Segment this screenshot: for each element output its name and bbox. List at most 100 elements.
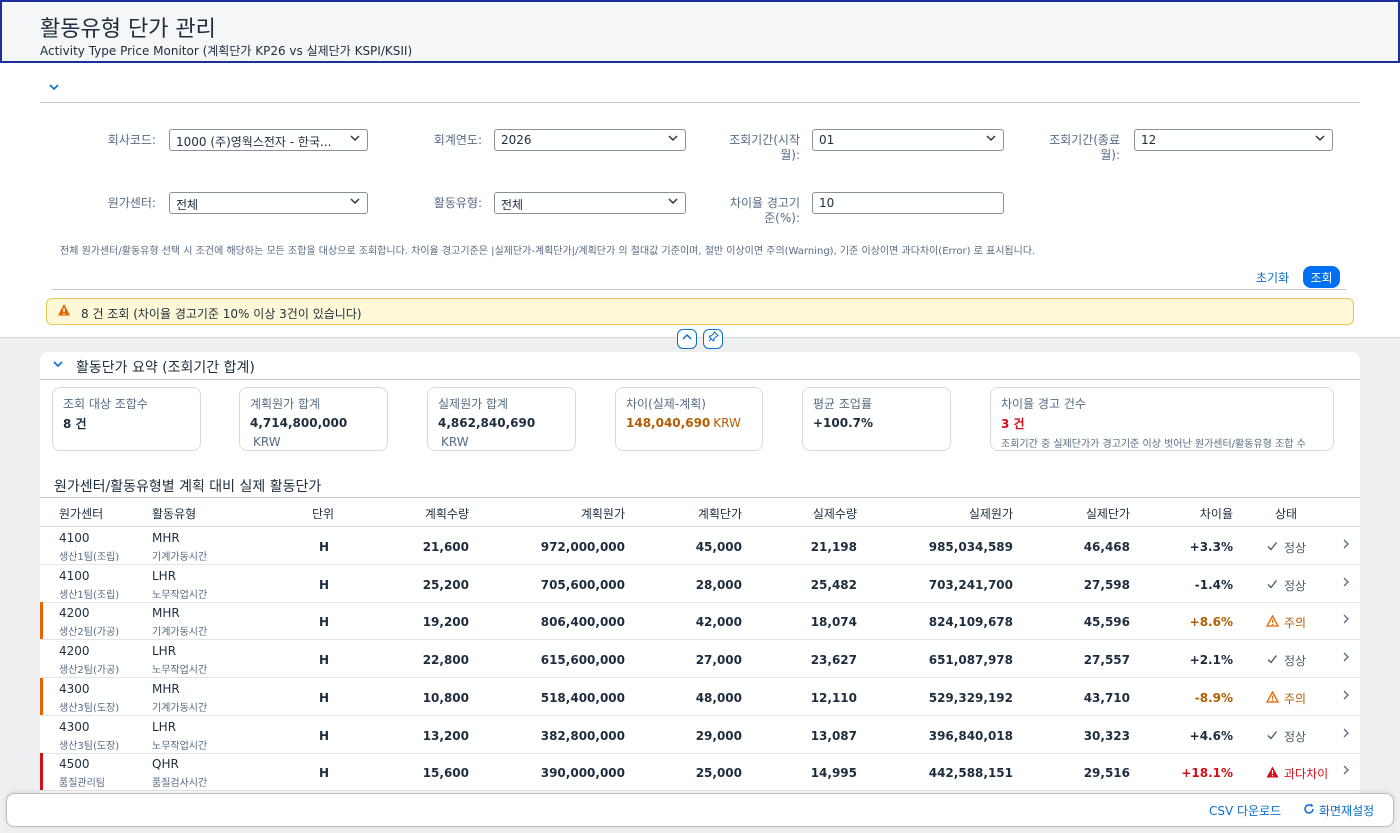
chevron-right-icon[interactable]	[1342, 651, 1350, 666]
col-activity-type[interactable]: 활동유형	[152, 505, 196, 522]
status-badge: 과다차이	[1266, 765, 1328, 782]
filter-bar: 회사코드: 1000 (주)영웍스전자 - 한국... 회계연도: 2026 조…	[0, 63, 1400, 338]
kpi-label: 차이(실제-계획)	[626, 397, 706, 411]
threshold-input[interactable]: 10	[812, 192, 1004, 214]
kpi-card-plan-cost: 계획원가 합계 4,714,800,000 KRW	[239, 387, 388, 451]
kpi-card-utilization: 평균 조업률 +100.7%	[802, 387, 951, 451]
summary-panel-header[interactable]: 활동단가 요약 (조회기간 합계)	[40, 352, 1360, 380]
kpi-label: 평균 조업률	[813, 397, 873, 411]
kpi-value: 148,040,690	[626, 416, 711, 430]
row-highlight	[40, 677, 43, 715]
table-row[interactable]: 4300 생산3팀(도장) MHR 기계가동시간 H 10,800 518,400,000 4…	[40, 677, 1360, 716]
period-to-select[interactable]: 12	[1134, 129, 1333, 151]
kpi-card-combination-count: 조회 대상 조합수 8 건	[52, 387, 201, 451]
kpi-card-actual-cost: 실제원가 합계 4,862,840,690 KRW	[427, 387, 576, 451]
reset-screen-button[interactable]: 화면재설정	[1303, 802, 1374, 819]
actual-price-value: 27,557	[1083, 653, 1130, 668]
chevron-right-icon[interactable]	[1342, 764, 1350, 779]
actual-price-value: 43,710	[1083, 690, 1130, 705]
fiscal-year-value: 2026	[501, 133, 532, 147]
plan-qty-value: 19,200	[422, 615, 469, 630]
plan-price-value: 29,000	[695, 728, 742, 743]
chevron-up-icon	[682, 333, 692, 340]
summary-panel: 활동단가 요약 (조회기간 합계) 조회 대상 조합수 8 건 계획원가 합계 …	[40, 352, 1360, 470]
status-text: 과다차이	[1284, 767, 1329, 782]
message-strip-warning: 8 건 조회 (차이율 경고기준 10% 이상 3건이 있습니다)	[46, 298, 1354, 325]
actual-qty-value: 23,627	[810, 653, 857, 668]
col-plan-cost[interactable]: 계획원가	[581, 505, 625, 522]
col-plan-qty[interactable]: 계획수량	[425, 505, 469, 522]
table-row[interactable]: 4100 생산1팀(조립) MHR 기계가동시간 H 21,600 972,000,000 4…	[40, 527, 1360, 565]
app-header: 활동유형 단가 관리 Activity Type Price Monitor (…	[0, 0, 1400, 63]
table-row[interactable]: 4300 생산3팀(도장) LHR 노무작업시간 H 13,200 382,800,000 2…	[40, 716, 1360, 754]
table-row[interactable]: 4200 생산2팀(가공) MHR 기계가동시간 H 19,200 806,400,000 4…	[40, 602, 1360, 641]
chevron-right-icon[interactable]	[1342, 613, 1350, 628]
actual-cost-value: 651,087,978	[928, 653, 1013, 668]
activity-type-name: 노무작업시간	[152, 740, 208, 752]
variance-value: +18.1%	[1181, 766, 1233, 781]
chevron-right-icon[interactable]	[1342, 538, 1350, 553]
col-unit[interactable]: 단위	[312, 505, 334, 522]
table-row[interactable]: 4200 생산2팀(가공) LHR 노무작업시간 H 22,800 615,600,000 2…	[40, 640, 1360, 679]
company-code-select[interactable]: 1000 (주)영웍스전자 - 한국...	[169, 129, 368, 151]
col-plan-price[interactable]: 계획단가	[698, 505, 742, 522]
cost-center-code: 4300	[59, 719, 90, 734]
variance-value: -1.4%	[1194, 577, 1233, 592]
col-actual-price[interactable]: 실제단가	[1086, 505, 1130, 522]
col-actual-qty[interactable]: 실제수량	[813, 505, 857, 522]
plan-cost-value: 705,600,000	[540, 577, 625, 592]
period-from-select[interactable]: 01	[812, 129, 1004, 151]
col-status[interactable]: 상태	[1275, 505, 1297, 522]
variance-value: +2.1%	[1189, 653, 1233, 668]
table-row[interactable]: 4100 생산1팀(조립) LHR 노무작업시간 H 25,200 705,600,000 2…	[40, 565, 1360, 603]
page-title: 활동유형 단가 관리	[40, 17, 216, 42]
actual-qty-value: 18,074	[810, 615, 857, 630]
plan-qty-value: 22,800	[422, 653, 469, 668]
plan-cost-value: 806,400,000	[540, 615, 625, 630]
activity-type-select[interactable]: 전체	[494, 192, 686, 214]
cost-center-code: 4100	[59, 531, 90, 545]
chevron-down-icon[interactable]	[52, 358, 64, 373]
unit-value: H	[318, 728, 330, 743]
cost-center-name: 생산1팀(조립)	[59, 589, 120, 601]
message-strip-text: 8 건 조회 (차이율 경고기준 10% 이상 3건이 있습니다)	[81, 307, 362, 321]
table-row[interactable]: 4500 품질관리팀 QHR 품질검사시간 H 15,600 390,000,000 25,0…	[40, 753, 1360, 792]
checkmark-icon	[1266, 578, 1280, 593]
plan-cost-value: 615,600,000	[540, 653, 625, 668]
csv-download-button[interactable]: CSV 다운로드	[1209, 802, 1281, 819]
row-highlight	[40, 753, 43, 791]
plan-cost-value: 972,000,000	[540, 540, 625, 554]
col-actual-cost[interactable]: 실제원가	[969, 505, 1013, 522]
reset-screen-label: 화면재설정	[1319, 804, 1375, 818]
search-button[interactable]: 조회	[1303, 266, 1340, 288]
activity-type-name: 노무작업시간	[152, 589, 208, 601]
activity-type-code: LHR	[152, 644, 177, 659]
warning-triangle-icon	[1265, 615, 1280, 630]
kpi-value: 4,714,800,000	[250, 416, 348, 430]
chevron-right-icon[interactable]	[1342, 727, 1350, 742]
chevron-right-icon[interactable]	[1342, 576, 1350, 591]
cost-center-name: 생산2팀(가공)	[59, 665, 120, 677]
actual-price-value: 46,468	[1083, 540, 1130, 554]
pin-header-button[interactable]	[703, 329, 723, 349]
warning-triangle-icon	[1265, 690, 1280, 706]
fiscal-year-select[interactable]: 2026	[494, 129, 686, 151]
summary-panel-title: 활동단가 요약 (조회기간 합계)	[76, 360, 255, 376]
actual-cost-value: 442,588,151	[928, 766, 1013, 781]
activity-type-name: 노무작업시간	[152, 665, 208, 677]
table-header: 원가센터 활동유형 단위 계획수량 계획원가 계획단가 실제수량 실제원가 실제…	[40, 497, 1360, 527]
cost-center-name: 생산3팀(도장)	[59, 740, 120, 752]
cost-center-select[interactable]: 전체	[169, 192, 368, 214]
reset-button[interactable]: 초기화	[1250, 266, 1295, 288]
checkmark-icon	[1266, 653, 1280, 668]
col-variance[interactable]: 차이율	[1200, 505, 1233, 522]
chevron-right-icon[interactable]	[1342, 689, 1350, 704]
variance-value: +8.6%	[1189, 615, 1233, 630]
status-badge: 정상	[1266, 728, 1306, 745]
col-cost-center[interactable]: 원가센터	[59, 505, 103, 522]
kpi-label: 차이율 경고 건수	[1001, 397, 1086, 411]
collapse-header-button[interactable]	[677, 329, 697, 349]
filter-toggle-chevron-icon[interactable]	[48, 81, 64, 97]
activity-type-name: 품질검사시간	[152, 778, 208, 790]
status-text: 주의	[1284, 691, 1307, 706]
